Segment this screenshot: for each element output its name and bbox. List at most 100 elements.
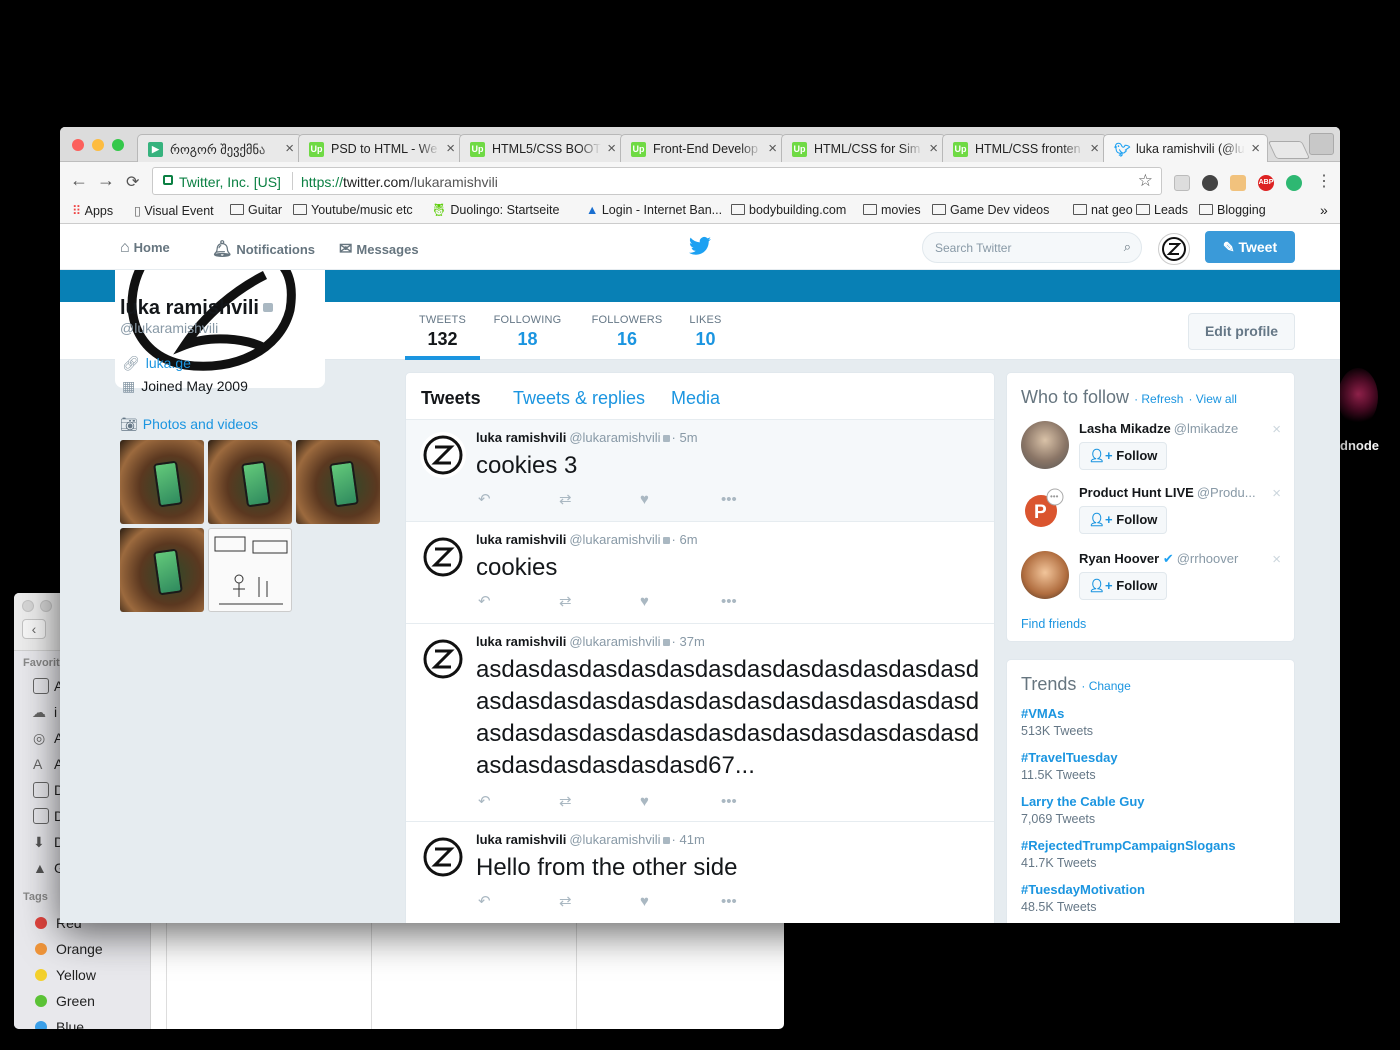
nav-messages[interactable]: ✉ Messages — [339, 239, 419, 259]
bookmark-item[interactable]: ⠿ Apps — [72, 203, 113, 218]
tab-media[interactable]: Media — [671, 388, 720, 409]
more-icon[interactable]: ••• — [721, 593, 802, 610]
reply-icon[interactable]: ↶ — [478, 892, 559, 910]
browser-tab[interactable]: Up HTML/CSS for Sim × — [781, 134, 946, 163]
profile-name[interactable]: luka ramishvili — [120, 297, 273, 320]
media-thumbnail-comic[interactable] — [208, 528, 292, 612]
tag-item[interactable]: Orange — [35, 939, 103, 959]
close-tab-icon[interactable]: × — [1090, 140, 1099, 157]
avatar[interactable] — [1158, 233, 1190, 265]
browser-tab[interactable]: Up Front-End Develop × — [620, 134, 785, 163]
back-button[interactable]: ← — [70, 170, 88, 191]
avatar[interactable]: P ••• — [1021, 485, 1069, 533]
tag-item[interactable]: Blue — [35, 1017, 84, 1029]
more-icon[interactable]: ••• — [721, 491, 802, 508]
bookmark-item[interactable]: Youtube/music etc — [293, 203, 413, 217]
bookmarks-overflow[interactable]: » — [1320, 202, 1328, 218]
media-thumbnail[interactable] — [208, 440, 292, 524]
evernote-icon[interactable] — [1202, 175, 1218, 191]
reply-icon[interactable]: ↶ — [478, 792, 559, 810]
tweet-timestamp[interactable]: · 37m — [672, 634, 705, 649]
trend-item[interactable]: Larry the Cable Guy 7,069 Tweets — [1021, 794, 1145, 826]
zoom-window-button[interactable] — [112, 139, 124, 151]
trend-item[interactable]: #TravelTuesday 11.5K Tweets — [1021, 750, 1118, 782]
extension-green-icon[interactable] — [1286, 175, 1302, 191]
media-thumbnail[interactable] — [296, 440, 380, 524]
tweet[interactable]: luka ramishvili @lukaramishvili · 37m asdas… — [406, 624, 994, 822]
tweet-avatar[interactable] — [420, 534, 466, 580]
address-bar[interactable]: Twitter, Inc. [US] https://twitter.com/l… — [152, 167, 1162, 195]
search-input[interactable]: Search Twitter ⌕ — [922, 232, 1142, 263]
forward-button[interactable]: → — [97, 170, 115, 191]
nav-home[interactable]: ⌂ Home — [120, 239, 170, 257]
tweet-avatar[interactable] — [420, 834, 466, 880]
new-tab-button[interactable] — [1267, 141, 1311, 159]
bookmark-item[interactable]: ▯ Visual Event — [134, 203, 214, 218]
sidebar-item[interactable]: ☁ i — [32, 702, 57, 722]
finder-traffic-lights[interactable] — [22, 599, 58, 617]
bookmark-item[interactable]: movies — [863, 203, 921, 217]
suggested-user-name[interactable]: Lasha Mikadze @lmikadze — [1079, 421, 1259, 436]
tweet[interactable]: luka ramishvili @lukaramishvili · 5m cookie… — [406, 420, 994, 522]
bookmark-item[interactable]: 🦉︎ Duolingo: Startseite — [431, 203, 559, 218]
tweet-author-name[interactable]: luka ramishvili — [476, 832, 566, 847]
retweet-icon[interactable]: ⇄ — [559, 592, 640, 610]
tag-item[interactable]: Green — [35, 991, 95, 1011]
bookmark-item[interactable]: Blogging — [1199, 203, 1266, 217]
close-tab-icon[interactable]: × — [607, 140, 616, 157]
trend-item[interactable]: #RejectedTrumpCampaignSlogans 41.7K Tweet… — [1021, 838, 1236, 870]
avatar[interactable] — [1021, 421, 1069, 469]
bookmark-item[interactable]: bodybuilding.com — [731, 203, 846, 217]
bookmark-item[interactable]: Game Dev videos — [932, 203, 1049, 217]
trend-name[interactable]: #VMAs — [1021, 706, 1093, 721]
close-window-button[interactable] — [72, 139, 84, 151]
dismiss-icon[interactable]: × — [1272, 421, 1281, 438]
reload-button[interactable]: ⟳ — [126, 172, 139, 192]
trend-name[interactable]: Larry the Cable Guy — [1021, 794, 1145, 809]
trend-name[interactable]: #TuesdayMotivation — [1021, 882, 1145, 897]
tab-tweets-replies[interactable]: Tweets & replies — [513, 388, 645, 409]
retweet-icon[interactable]: ⇄ — [559, 490, 640, 508]
suggested-user-name[interactable]: Product Hunt LIVE @Produ... — [1079, 485, 1259, 500]
tweet-button[interactable]: ✎ Tweet — [1205, 231, 1295, 263]
follow-button[interactable]: 👤︎+ Follow — [1079, 506, 1167, 534]
search-icon[interactable]: ⌕ — [1124, 239, 1131, 255]
suggested-user-name[interactable]: Ryan Hoover ✔ @rrhoover — [1079, 551, 1259, 567]
tweet[interactable]: luka ramishvili @lukaramishvili · 6m cookie… — [406, 522, 994, 624]
avatar[interactable] — [1021, 551, 1069, 599]
tweet-timestamp[interactable]: · 41m — [672, 832, 705, 847]
media-thumbnail[interactable] — [120, 440, 204, 524]
retweet-icon[interactable]: ⇄ — [559, 792, 640, 810]
url-text[interactable]: https://twitter.com/lukaramishvili — [301, 174, 498, 190]
finder-back-button[interactable]: ‹ — [22, 619, 46, 639]
tag-item[interactable]: Yellow — [35, 965, 96, 985]
more-icon[interactable]: ••• — [721, 893, 802, 910]
trend-item[interactable]: #TuesdayMotivation 48.5K Tweets — [1021, 882, 1145, 914]
reply-icon[interactable]: ↶ — [478, 490, 559, 508]
like-icon[interactable]: ♥ — [640, 593, 721, 610]
profile-link[interactable]: 🔗︎ luka.ge — [122, 355, 191, 372]
edit-profile-button[interactable]: Edit profile — [1188, 313, 1295, 350]
nav-notifications[interactable]: 🔔︎ Notifications — [212, 239, 315, 259]
tweet-author-handle[interactable]: @lukaramishvili — [569, 832, 660, 847]
retweet-icon[interactable]: ⇄ — [559, 892, 640, 910]
extension-image-icon[interactable] — [1174, 175, 1190, 191]
tweet-timestamp[interactable]: · 5m — [672, 430, 698, 445]
like-icon[interactable]: ♥ — [640, 793, 721, 810]
stat-following[interactable]: FOLLOWING 18 — [485, 314, 570, 350]
tweet-avatar[interactable] — [420, 432, 466, 478]
close-tab-icon[interactable]: × — [446, 140, 455, 157]
twitter-bird-icon[interactable] — [689, 236, 711, 256]
tab-tweets[interactable]: Tweets — [421, 388, 481, 409]
tweet-timestamp[interactable]: · 6m — [672, 532, 698, 547]
dismiss-icon[interactable]: × — [1272, 485, 1281, 502]
browser-tab[interactable]: Up HTML/CSS fronten × — [942, 134, 1107, 163]
sidebar-item[interactable]: AA — [33, 754, 63, 774]
photos-and-videos-link[interactable]: 📷︎ Photos and videos — [120, 416, 258, 433]
extension-face-icon[interactable] — [1230, 175, 1246, 191]
media-thumbnail[interactable] — [120, 528, 204, 612]
bookmark-item[interactable]: ▲ Login - Internet Ban... — [586, 203, 722, 217]
sidebar-item[interactable]: ◎ A — [33, 728, 63, 748]
follow-button[interactable]: 👤︎+ Follow — [1079, 572, 1167, 600]
dismiss-icon[interactable]: × — [1272, 551, 1281, 568]
